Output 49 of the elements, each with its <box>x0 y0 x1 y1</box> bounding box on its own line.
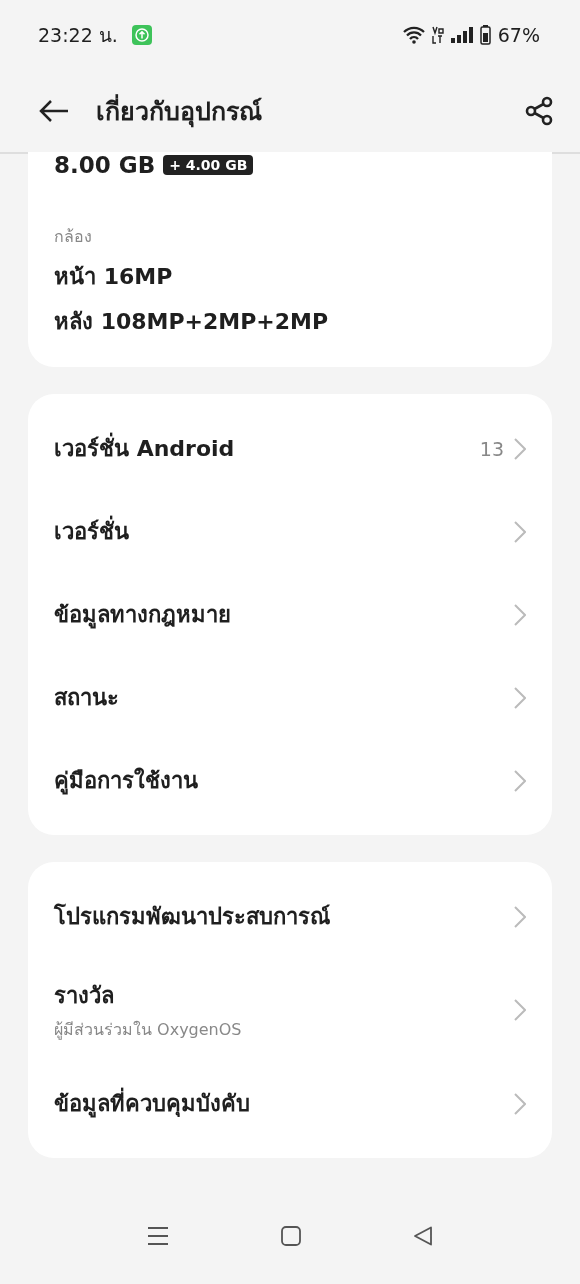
share-icon <box>524 96 554 126</box>
memory-extension-badge: + 4.00 GB <box>163 155 254 175</box>
triangle-icon <box>413 1226 433 1246</box>
volte-icon <box>431 26 444 44</box>
home-button[interactable] <box>281 1226 301 1246</box>
back-button[interactable] <box>38 99 70 123</box>
item-subtitle: ผู้มีส่วนร่วมใน OxygenOS <box>54 1019 243 1042</box>
clock: 23:22 น. <box>38 23 118 48</box>
item-title: รางวัล <box>54 982 115 1010</box>
settings-item[interactable]: ข้อมูลที่ควบคุมบังคับ <box>28 1062 552 1145</box>
menu-button[interactable] <box>147 1226 169 1246</box>
chevron-icon <box>514 603 526 626</box>
camera-label: กล้อง <box>54 226 93 248</box>
item-value: 13 <box>479 437 504 460</box>
settings-item[interactable]: เวอร์ชั่น Android 13 <box>28 407 552 490</box>
chevron-icon <box>514 1092 526 1115</box>
share-button[interactable] <box>524 96 554 126</box>
item-title: สถานะ <box>54 684 120 712</box>
chevron-icon <box>514 520 526 543</box>
memory-value: 8.00 GB <box>54 152 156 178</box>
back-nav-button[interactable] <box>413 1226 433 1246</box>
chevron-icon <box>514 437 526 460</box>
item-title: โปรแกรมพัฒนาประสบการณ์ <box>54 902 331 931</box>
menu-icon <box>147 1226 169 1246</box>
settings-item[interactable]: ข้อมูลทางกฎหมาย <box>28 573 552 656</box>
settings-item[interactable]: คู่มือการใช้งาน <box>28 739 552 822</box>
item-title: เวอร์ชั่น <box>54 514 514 549</box>
item-title: ข้อมูลที่ควบคุมบังคับ <box>54 1086 514 1121</box>
battery-icon <box>479 25 491 45</box>
settings-item[interactable]: โปรแกรมพัฒนาประสบการณ์ <box>28 875 552 958</box>
chevron-icon <box>514 769 526 792</box>
back-arrow-icon <box>38 99 70 123</box>
upload-icon <box>131 25 152 45</box>
square-icon <box>281 1226 301 1246</box>
signal-icon <box>450 27 473 43</box>
wifi-icon <box>402 26 425 44</box>
item-title: เวอร์ชั่น Android <box>54 431 480 466</box>
item-title: คู่มือการใช้งาน <box>54 766 199 797</box>
item-title: ข้อมูลทางกฎหมาย <box>54 601 232 631</box>
settings-item[interactable]: รางวัล ผู้มีส่วนร่วมใน OxygenOS <box>28 958 552 1062</box>
settings-item[interactable]: สถานะ <box>28 656 552 739</box>
page-title: เกี่ยวกับอุปกรณ์ <box>96 91 524 131</box>
camera-spec: หน้า 16MP <box>54 263 174 291</box>
camera-spec: หลัง 108MP+2MP+2MP <box>54 308 330 336</box>
chevron-icon <box>514 686 526 709</box>
battery-level: 67% <box>497 24 540 46</box>
settings-item[interactable]: เวอร์ชั่น <box>28 490 552 573</box>
chevron-icon <box>514 999 526 1021</box>
chevron-icon <box>514 905 526 928</box>
